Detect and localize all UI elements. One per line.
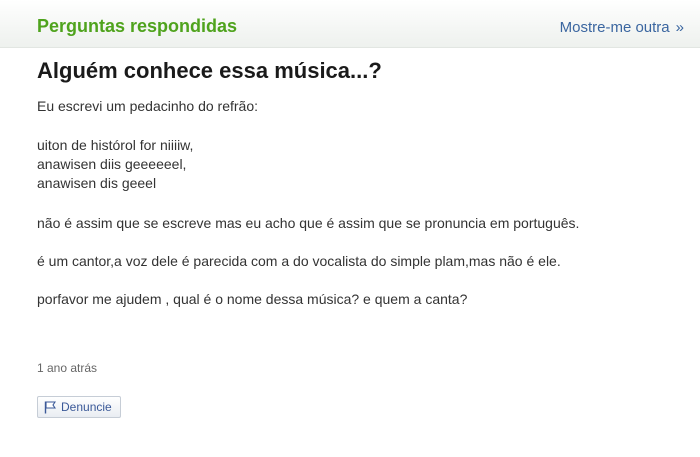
report-label: Denuncie [61, 400, 112, 414]
voice-hint: é um cantor,a voz dele é parecida com a … [37, 253, 561, 269]
section-title: Perguntas respondidas [37, 16, 238, 36]
show-another-link[interactable]: Mostre-me outra » [560, 19, 684, 36]
report-button[interactable]: Denuncie [37, 396, 121, 418]
question-timestamp: 1 ano atrás [37, 361, 98, 375]
help-request: porfavor me ajudem , qual é o nome dessa… [37, 291, 468, 307]
flag-icon [44, 400, 57, 414]
lyric-line: anawisen diis geeeeeel, [37, 156, 187, 172]
lyrics-block: uiton de histórol for niiiiw, anawisen d… [37, 136, 657, 193]
question-body: Eu escrevi um pedacinho do refrão: uiton… [37, 97, 657, 309]
show-another-label: Mostre-me outra [559, 19, 670, 36]
header-divider [0, 47, 700, 48]
lyric-line: uiton de histórol for niiiiw, [37, 137, 194, 153]
raquo-icon: » [675, 19, 684, 36]
question-title: Alguém conhece essa música...? [37, 58, 382, 83]
pronunciation-note: não é assim que se escreve mas eu acho q… [37, 215, 580, 231]
lyric-line: anawisen dis geeel [37, 175, 157, 191]
question-intro: Eu escrevi um pedacinho do refrão: [37, 98, 259, 114]
